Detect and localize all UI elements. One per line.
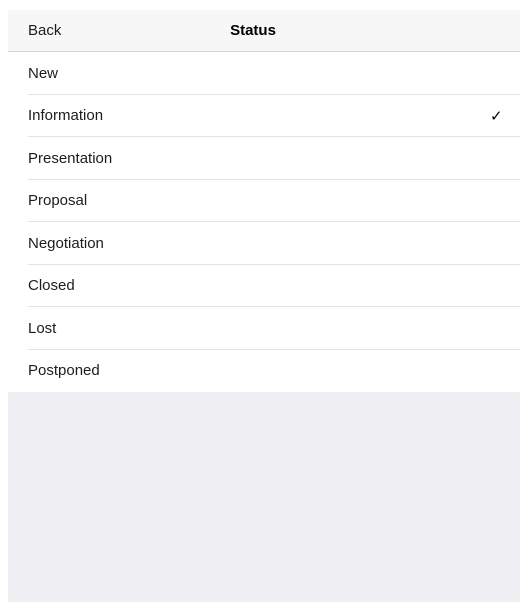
status-option-label: Lost xyxy=(28,319,57,337)
status-option-label: Presentation xyxy=(28,149,113,167)
status-option-information[interactable]: Information ✓ xyxy=(8,95,520,137)
status-option-new[interactable]: New xyxy=(8,52,520,95)
status-option-postponed[interactable]: Postponed xyxy=(8,350,520,393)
status-option-label: New xyxy=(28,64,59,82)
status-option-label: Information xyxy=(28,107,104,125)
checkmark-icon: ✓ xyxy=(490,106,503,125)
status-picker-panel: Back Status New Information ✓ Presentati… xyxy=(8,10,520,602)
status-option-proposal[interactable]: Proposal xyxy=(8,180,520,222)
status-option-label: Proposal xyxy=(28,192,88,210)
navigation-bar: Back Status xyxy=(8,10,520,52)
status-option-presentation[interactable]: Presentation xyxy=(8,137,520,180)
status-list: New Information ✓ Presentation Proposal … xyxy=(8,52,520,392)
status-option-label: Negotiation xyxy=(28,234,104,252)
status-option-negotiation[interactable]: Negotiation xyxy=(8,222,520,265)
page-title: Status xyxy=(230,22,276,39)
status-option-label: Postponed xyxy=(28,362,100,380)
status-option-lost[interactable]: Lost xyxy=(8,307,520,350)
status-option-label: Closed xyxy=(28,277,75,295)
status-option-closed[interactable]: Closed xyxy=(8,265,520,307)
